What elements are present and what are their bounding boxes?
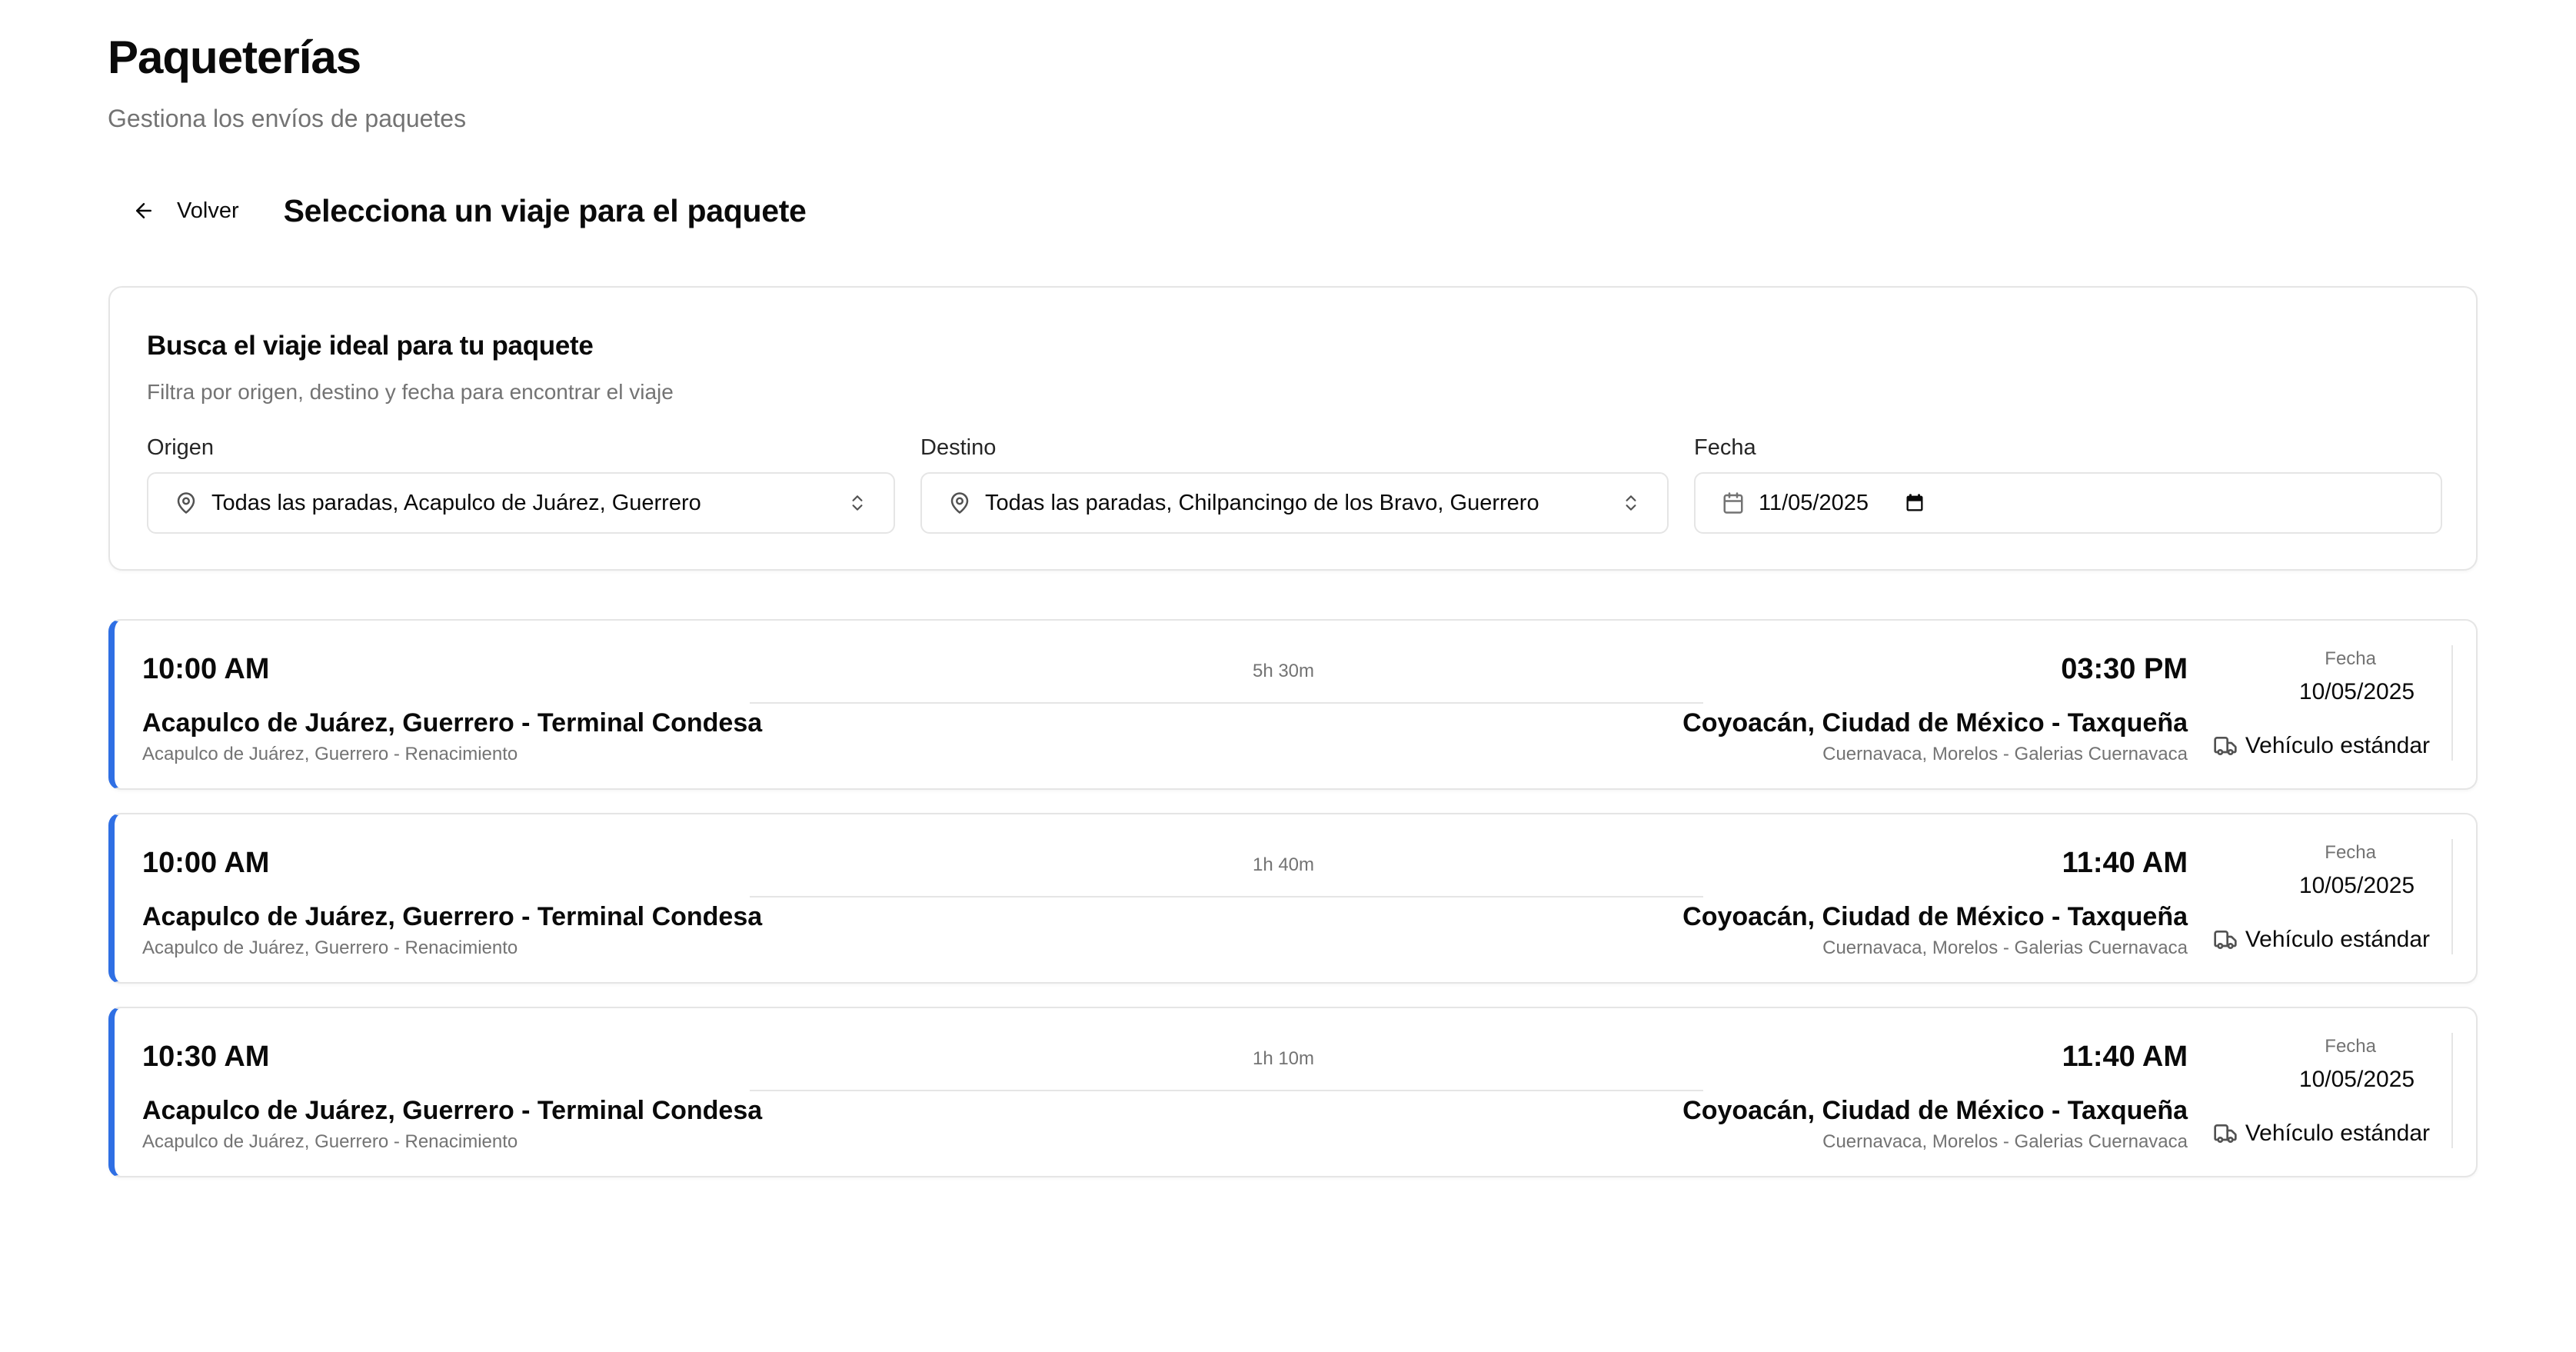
vehicle-info: Vehículo estándar xyxy=(2213,733,2430,759)
trip-date: 10/05/2025 xyxy=(2298,1067,2415,1092)
vehicle-label: Vehículo estándar xyxy=(2245,733,2430,758)
vehicle-label: Vehículo estándar xyxy=(2245,927,2430,952)
departure-time: 10:00 AM xyxy=(142,847,270,879)
destination-stop: Cuernavaca, Morelos - Galerias Cuernavac… xyxy=(1822,937,2188,958)
destination-select[interactable]: Todas las paradas, Chilpancingo de los B… xyxy=(920,472,1669,534)
origin-field: Origen Todas las paradas, Acapulco de Ju… xyxy=(147,435,895,534)
destination-stop: Cuernavaca, Morelos - Galerias Cuernavac… xyxy=(1822,744,2188,764)
page: Paqueterías Gestiona los envíos de paque… xyxy=(0,0,2576,1352)
truck-icon xyxy=(2214,931,2237,949)
destination-terminal: Coyoacán, Ciudad de México - Taxqueña xyxy=(1682,902,2188,931)
vehicle-label: Vehículo estándar xyxy=(2245,1121,2430,1146)
date-input[interactable]: 11/05/2025 xyxy=(1694,472,2442,534)
date-value: 11/05/2025 xyxy=(1759,490,1869,515)
vehicle-info: Vehículo estándar xyxy=(2213,1121,2430,1147)
destination-label: Destino xyxy=(920,435,997,460)
arrival-time: 03:30 PM xyxy=(2061,653,2188,685)
filter-card: Busca el viaje ideal para tu paquete Fil… xyxy=(108,286,2478,571)
trip-duration: 1h 10m xyxy=(1252,1048,1315,1069)
divider xyxy=(2451,839,2453,954)
departure-time: 10:30 AM xyxy=(142,1041,270,1073)
route-line xyxy=(750,702,1703,704)
trip-date-label: Fecha xyxy=(2325,842,2376,863)
route-line xyxy=(750,1090,1703,1091)
section-header: Volver Selecciona un viaje para el paque… xyxy=(123,186,807,235)
route-line xyxy=(750,896,1703,897)
date-picker-icon[interactable] xyxy=(1904,492,1925,514)
origin-terminal: Acapulco de Juárez, Guerrero - Terminal … xyxy=(142,1096,763,1125)
page-subtitle: Gestiona los envíos de paquetes xyxy=(108,105,467,132)
trip-card[interactable]: 10:30 AM 1h 10m 11:40 AM Acapulco de Juá… xyxy=(108,1007,2478,1177)
arrival-time: 11:40 AM xyxy=(2062,847,2188,879)
departure-time: 10:00 AM xyxy=(142,653,270,685)
destination-terminal: Coyoacán, Ciudad de México - Taxqueña xyxy=(1682,708,2188,738)
origin-terminal: Acapulco de Juárez, Guerrero - Terminal … xyxy=(142,902,763,931)
destination-stop: Cuernavaca, Morelos - Galerias Cuernavac… xyxy=(1822,1131,2188,1152)
trip-date: 10/05/2025 xyxy=(2298,873,2415,898)
destination-value: Todas las paradas, Chilpancingo de los B… xyxy=(985,490,1539,515)
trip-card[interactable]: 10:00 AM 1h 40m 11:40 AM Acapulco de Juá… xyxy=(108,813,2478,984)
origin-stop: Acapulco de Juárez, Guerrero - Renacimie… xyxy=(142,744,518,764)
trip-date-label: Fecha xyxy=(2325,648,2376,669)
origin-stop: Acapulco de Juárez, Guerrero - Renacimie… xyxy=(142,1131,518,1152)
origin-value: Todas las paradas, Acapulco de Juárez, G… xyxy=(211,490,701,515)
calendar-icon xyxy=(1723,492,1743,514)
filter-description: Filtra por origen, destino y fecha para … xyxy=(147,380,674,404)
date-label: Fecha xyxy=(1694,435,1756,460)
map-pin-icon xyxy=(950,492,969,514)
chevrons-up-down-icon xyxy=(852,495,863,511)
origin-select[interactable]: Todas las paradas, Acapulco de Juárez, G… xyxy=(147,472,895,534)
filter-title: Busca el viaje ideal para tu paquete xyxy=(147,331,594,361)
truck-icon xyxy=(2214,1124,2237,1143)
destination-field: Destino Todas las paradas, Chilpancingo … xyxy=(920,435,1669,534)
back-button[interactable]: Volver xyxy=(123,186,248,235)
back-label: Volver xyxy=(177,198,239,223)
trip-duration: 1h 40m xyxy=(1252,854,1315,875)
divider xyxy=(2451,1033,2453,1148)
trip-duration: 5h 30m xyxy=(1252,661,1315,681)
arrow-left-icon xyxy=(136,203,151,218)
section-title: Selecciona un viaje para el paquete xyxy=(283,192,807,228)
chevrons-up-down-icon xyxy=(1626,495,1636,511)
vehicle-info: Vehículo estándar xyxy=(2213,927,2430,953)
trip-date: 10/05/2025 xyxy=(2298,679,2415,704)
divider xyxy=(2451,645,2453,761)
arrival-time: 11:40 AM xyxy=(2062,1041,2188,1073)
trip-date-label: Fecha xyxy=(2325,1036,2376,1057)
origin-stop: Acapulco de Juárez, Guerrero - Renacimie… xyxy=(142,937,518,958)
destination-terminal: Coyoacán, Ciudad de México - Taxqueña xyxy=(1682,1096,2188,1125)
date-field: Fecha 11/05/2025 xyxy=(1694,435,2442,534)
origin-terminal: Acapulco de Juárez, Guerrero - Terminal … xyxy=(142,708,763,738)
truck-icon xyxy=(2214,737,2237,755)
map-pin-icon xyxy=(177,492,195,514)
trip-card[interactable]: 10:00 AM 5h 30m 03:30 PM Acapulco de Juá… xyxy=(108,619,2478,790)
page-title: Paqueterías xyxy=(108,32,361,83)
origin-label: Origen xyxy=(147,435,215,460)
